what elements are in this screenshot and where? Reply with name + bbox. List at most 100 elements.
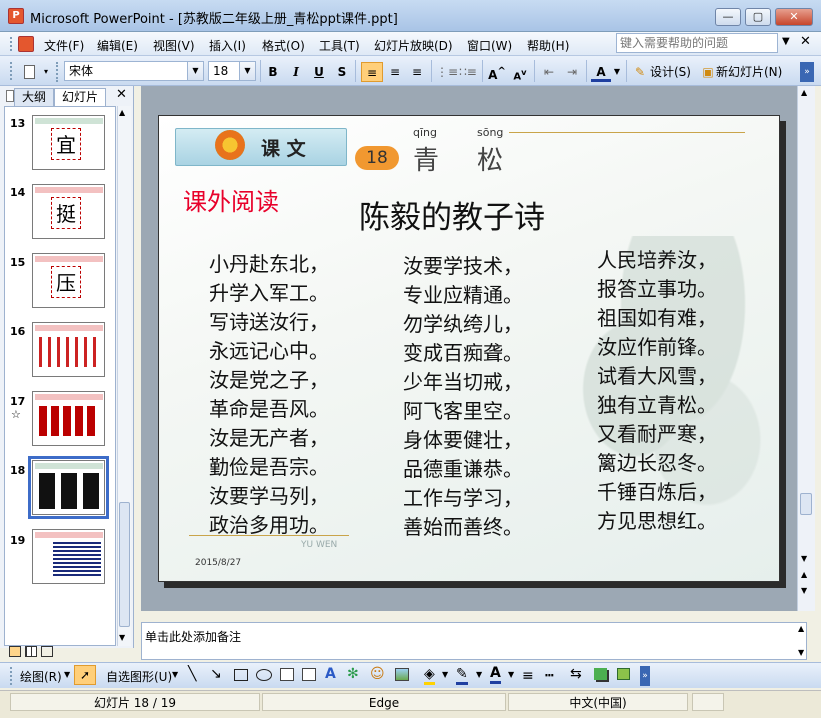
shadow-button[interactable]: S [333, 62, 351, 82]
menu-format[interactable]: 格式(O) [262, 37, 305, 54]
bullets-icon[interactable]: ∷≡ [458, 62, 478, 82]
arrow-tool-icon[interactable]: ↘ [210, 666, 222, 682]
font-color-dropdown-icon[interactable]: ▼ [508, 670, 514, 679]
vertical-textbox-icon[interactable] [302, 668, 316, 681]
decrease-font-icon[interactable]: Av [510, 62, 530, 82]
menu-file[interactable]: 文件(F) [44, 37, 84, 54]
line-color-icon[interactable]: ✎ [456, 666, 468, 685]
size-dropdown-icon[interactable]: ▼ [239, 62, 255, 80]
minimize-button[interactable]: — [715, 8, 741, 26]
font-color-dropdown-icon[interactable]: ▼ [612, 62, 622, 82]
thumb-number: 13 [10, 117, 26, 130]
thumbnail-slide-13[interactable]: 宜 [32, 115, 105, 170]
bold-button[interactable]: B [264, 62, 282, 82]
decrease-indent-icon[interactable]: ⇤ [539, 62, 559, 82]
picture-icon[interactable] [395, 668, 409, 681]
thumbnail-slide-16[interactable] [32, 322, 105, 377]
tab-slides[interactable]: 幻灯片 [54, 88, 106, 106]
font-family-select[interactable]: 宋体 [64, 61, 204, 81]
autoshapes-dropdown-icon[interactable]: ▼ [172, 670, 178, 679]
powerpoint-app-icon[interactable]: P [8, 8, 24, 24]
thumbnail-slide-14[interactable]: 挺 [32, 184, 105, 239]
select-pointer-icon[interactable]: ➚ [74, 665, 96, 685]
oval-tool-icon[interactable] [256, 669, 272, 681]
previous-slide-icon[interactable]: ▲ [801, 570, 807, 579]
new-slide-button[interactable]: 新幻灯片(N) [716, 62, 786, 82]
wordart-icon[interactable]: A [325, 666, 336, 682]
clipart-icon[interactable]: ☺ [370, 666, 385, 682]
menu-window[interactable]: 窗口(W) [467, 37, 512, 54]
new-slide-icon[interactable]: ▣ [700, 62, 716, 82]
rectangle-tool-icon[interactable] [234, 669, 248, 681]
increase-indent-icon[interactable]: ⇥ [562, 62, 582, 82]
slideshow-view-icon[interactable] [41, 646, 53, 657]
thumbnail-slide-17[interactable] [32, 391, 105, 446]
next-slide-icon[interactable]: ▼ [801, 586, 807, 595]
thumbnail-slide-19[interactable] [32, 529, 105, 584]
underline-button[interactable]: U [310, 62, 328, 82]
draw-menu-button[interactable]: 绘图(R) [20, 668, 62, 685]
scroll-down-arrow-icon[interactable]: ▼ [801, 554, 807, 563]
toolbar-overflow-icon[interactable]: » [640, 666, 650, 686]
dash-style-icon[interactable]: ┅ [545, 668, 553, 684]
toolbar-overflow-icon[interactable]: » [800, 62, 814, 82]
scrollbar-thumb[interactable] [800, 493, 812, 515]
thumbnail-slide-15[interactable]: 压 [32, 253, 105, 308]
close-button[interactable]: ✕ [775, 8, 813, 26]
slide-sorter-view-icon[interactable] [25, 646, 37, 657]
shadow-style-icon[interactable] [594, 668, 607, 680]
menu-slideshow[interactable]: 幻灯片放映(D) [374, 37, 453, 54]
menu-edit[interactable]: 编辑(E) [97, 37, 138, 54]
help-dropdown-icon[interactable]: ▼ [782, 36, 790, 47]
normal-view-icon[interactable] [9, 646, 21, 657]
diagram-icon[interactable]: ✻ [347, 666, 359, 682]
design-icon[interactable]: ✎ [632, 62, 648, 82]
menu-help[interactable]: 帮助(H) [527, 37, 569, 54]
line-style-icon[interactable]: ≡ [522, 668, 534, 684]
slide-scrollbar[interactable] [797, 86, 815, 611]
menu-icon[interactable] [18, 36, 34, 52]
numbering-icon[interactable]: ⋮≡ [436, 62, 458, 82]
help-search-input[interactable]: 键入需要帮助的问题 [616, 33, 778, 53]
increase-font-icon[interactable]: A^ [487, 62, 507, 82]
arrow-style-icon[interactable]: ⇆ [570, 666, 582, 682]
scrollbar-thumb[interactable] [119, 502, 130, 627]
autoshapes-button[interactable]: 自选图形(U) [106, 668, 172, 685]
notes-scroll-down-icon[interactable]: ▼ [798, 648, 804, 657]
toolbar-grip-icon [10, 62, 14, 80]
scroll-down-arrow-icon[interactable]: ▼ [119, 633, 125, 642]
align-left-button[interactable]: ≡ [361, 62, 383, 82]
thumbnail-slide-18[interactable] [28, 456, 109, 519]
document-close-icon[interactable]: ✕ [800, 34, 811, 49]
scroll-up-arrow-icon[interactable]: ▲ [801, 88, 807, 97]
menu-insert[interactable]: 插入(I) [209, 37, 246, 54]
italic-button[interactable]: I [287, 62, 305, 82]
notes-scroll-up-icon[interactable]: ▲ [798, 624, 804, 633]
maximize-button[interactable]: ▢ [745, 8, 771, 26]
align-center-button[interactable]: ≡ [385, 62, 405, 82]
slide-canvas[interactable]: 课 文 18 qīng sōng 青 松 课外阅读 陈毅的教子诗 小丹赴东北， … [158, 115, 780, 582]
line-tool-icon[interactable]: ╲ [188, 666, 196, 682]
menu-view[interactable]: 视图(V) [153, 37, 195, 54]
draw-dropdown-icon[interactable]: ▼ [64, 670, 70, 679]
poem-line: 又看耐严寒， [597, 422, 717, 446]
align-right-button[interactable]: ≡ [407, 62, 427, 82]
font-color-icon[interactable]: A [490, 665, 501, 684]
design-button[interactable]: 设计(S) [650, 62, 696, 82]
tab-outline[interactable]: 大纲 [14, 88, 54, 106]
new-document-icon[interactable] [20, 62, 38, 82]
line-color-dropdown-icon[interactable]: ▼ [476, 670, 482, 679]
fill-color-icon[interactable]: ◈ [424, 666, 435, 685]
menu-tools[interactable]: 工具(T) [319, 37, 360, 54]
toolbar-options-icon[interactable]: ▾ [40, 62, 52, 82]
notes-placeholder[interactable]: 单击此处添加备注 [145, 628, 241, 645]
textbox-tool-icon[interactable] [280, 668, 294, 681]
scroll-up-arrow-icon[interactable]: ▲ [119, 108, 125, 117]
3d-style-icon[interactable] [617, 668, 630, 680]
pane-close-icon[interactable]: ✕ [116, 87, 127, 102]
poem-line: 少年当切戒， [403, 370, 523, 394]
fill-color-dropdown-icon[interactable]: ▼ [442, 670, 448, 679]
font-dropdown-icon[interactable]: ▼ [187, 62, 203, 80]
font-color-icon[interactable]: A [591, 62, 611, 82]
slide-date: 2015/8/27 [195, 558, 242, 568]
